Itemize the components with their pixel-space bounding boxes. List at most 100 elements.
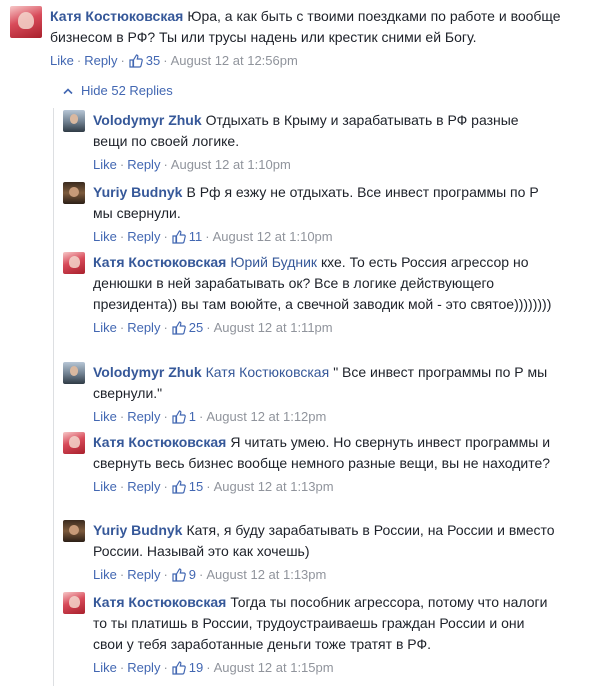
separator: · <box>120 53 125 68</box>
comment-actions: Like · Reply · August 12 at 1:10pm <box>93 156 555 174</box>
timestamp[interactable]: August 12 at 1:13pm <box>206 566 326 584</box>
like-count[interactable]: 19 <box>171 659 203 677</box>
separator: · <box>119 567 125 582</box>
reply-comment: Катя Костюковская Тогда ты пособник агрес… <box>63 592 593 677</box>
separator: · <box>163 320 168 335</box>
like-button[interactable]: Like <box>50 52 74 70</box>
separator: · <box>163 157 168 172</box>
avatar[interactable] <box>63 362 85 384</box>
separator: · <box>206 320 211 335</box>
comment-author[interactable]: Катя Костюковская <box>93 254 226 270</box>
like-count[interactable]: 35 <box>128 52 160 70</box>
reply-button[interactable]: Reply <box>84 52 117 70</box>
comment-body: Катя Костюковская Юрий Будник кхе. То есть… <box>93 252 555 337</box>
like-button[interactable]: Like <box>93 659 117 677</box>
avatar[interactable] <box>63 432 85 454</box>
like-count[interactable]: 11 <box>171 228 203 246</box>
avatar[interactable] <box>63 252 85 274</box>
avatar[interactable] <box>63 182 85 204</box>
like-button[interactable]: Like <box>93 228 117 246</box>
separator: · <box>199 567 204 582</box>
like-count[interactable]: 25 <box>171 319 203 337</box>
like-count-value: 1 <box>188 409 197 424</box>
separator: · <box>163 229 168 244</box>
reply-button[interactable]: Reply <box>127 566 160 584</box>
comment-body: Yuriy Budnyk Катя, я буду зарабатывать в … <box>93 520 555 584</box>
comment-author[interactable]: Катя Костюковская <box>93 594 226 610</box>
timestamp[interactable]: August 12 at 1:11pm <box>214 319 333 337</box>
comment-text: Катя Костюковская Юра, а как быть с твоим… <box>50 6 580 48</box>
comment-body: Катя Костюковская Я читать умею. Но сверн… <box>93 432 555 496</box>
reply-comment: Volodymyr Zhuk Отдыхать в Крыму и зарабат… <box>63 110 593 174</box>
separator: · <box>199 409 204 424</box>
like-count[interactable]: 15 <box>171 478 203 496</box>
comment-actions: Like · Reply · 9 · August 12 at 1:13pm <box>93 566 555 584</box>
separator: · <box>163 53 168 68</box>
timestamp[interactable]: August 12 at 12:56pm <box>171 52 298 70</box>
comment-actions: Like · Reply · 1 · August 12 at 1:12pm <box>93 408 555 426</box>
separator: · <box>119 157 125 172</box>
comment-author[interactable]: Volodymyr Zhuk <box>93 112 202 128</box>
separator: · <box>119 660 125 675</box>
mention-link[interactable]: Юрий Будник <box>230 254 317 270</box>
reply-button[interactable]: Reply <box>127 156 160 174</box>
like-button[interactable]: Like <box>93 156 117 174</box>
reply-button[interactable]: Reply <box>127 659 160 677</box>
separator: · <box>163 660 168 675</box>
timestamp[interactable]: August 12 at 1:12pm <box>206 408 326 426</box>
comment-text: Катя Костюковская Я читать умею. Но сверн… <box>93 432 555 474</box>
reply-button[interactable]: Reply <box>127 319 160 337</box>
like-count-value: 15 <box>188 479 204 494</box>
like-count-value: 19 <box>188 660 204 675</box>
hide-replies-link[interactable]: Hide 52 Replies <box>63 83 173 98</box>
like-button[interactable]: Like <box>93 478 117 496</box>
reply-comment: Yuriy Budnyk В Рф я езжу не отдыхать. Все… <box>63 182 593 246</box>
thumbs-up-icon <box>172 410 186 424</box>
like-count-value: 11 <box>188 229 203 244</box>
like-button[interactable]: Like <box>93 566 117 584</box>
comment-author[interactable]: Volodymyr Zhuk <box>93 364 202 380</box>
comment: Катя Костюковская Юра, а как быть с твоим… <box>10 6 590 70</box>
chevron-up-icon <box>63 87 73 94</box>
thumbs-up-icon <box>172 661 186 675</box>
separator: · <box>163 479 168 494</box>
thumbs-up-icon <box>172 568 186 582</box>
comment-author[interactable]: Yuriy Budnyk <box>93 184 182 200</box>
comment-body: Volodymyr Zhuk Катя Костюковская " Все инв… <box>93 362 555 426</box>
like-count[interactable]: 9 <box>171 566 196 584</box>
mention-link[interactable]: Катя Костюковская <box>206 364 330 380</box>
separator: · <box>205 229 210 244</box>
comment-text: Катя Костюковская Юрий Будник кхе. То есть… <box>93 252 555 315</box>
hide-replies-label: Hide 52 Replies <box>81 83 173 98</box>
comment-author[interactable]: Катя Костюковская <box>93 434 226 450</box>
comment-actions: Like · Reply · 19 · August 12 at 1:15pm <box>93 659 555 677</box>
comment-actions: Like · Reply · 35 · August 12 at 12:56pm <box>50 52 580 70</box>
timestamp[interactable]: August 12 at 1:15pm <box>214 659 334 677</box>
timestamp[interactable]: August 12 at 1:13pm <box>214 478 334 496</box>
avatar[interactable] <box>63 520 85 542</box>
thumbs-up-icon <box>172 480 186 494</box>
reply-button[interactable]: Reply <box>127 408 160 426</box>
comment-author[interactable]: Катя Костюковская <box>50 8 183 24</box>
reply-button[interactable]: Reply <box>127 478 160 496</box>
separator: · <box>76 53 82 68</box>
like-count-value: 35 <box>145 53 161 68</box>
timestamp[interactable]: August 12 at 1:10pm <box>213 228 333 246</box>
comment-text: Yuriy Budnyk В Рф я езжу не отдыхать. Все… <box>93 182 555 224</box>
like-count[interactable]: 1 <box>171 408 196 426</box>
comment-body: Yuriy Budnyk В Рф я езжу не отдыхать. Все… <box>93 182 555 246</box>
reply-comment: Катя Костюковская Юрий Будник кхе. То есть… <box>63 252 593 337</box>
like-button[interactable]: Like <box>93 408 117 426</box>
avatar[interactable] <box>63 110 85 132</box>
separator: · <box>163 567 168 582</box>
reply-comment: Yuriy Budnyk Катя, я буду зарабатывать в … <box>63 520 593 584</box>
avatar[interactable] <box>63 592 85 614</box>
thumbs-up-icon <box>129 54 143 68</box>
avatar[interactable] <box>10 6 42 38</box>
reply-button[interactable]: Reply <box>127 228 160 246</box>
timestamp[interactable]: August 12 at 1:10pm <box>171 156 291 174</box>
separator: · <box>119 409 125 424</box>
like-button[interactable]: Like <box>93 319 117 337</box>
thumbs-up-icon <box>172 321 186 335</box>
comment-author[interactable]: Yuriy Budnyk <box>93 522 182 538</box>
